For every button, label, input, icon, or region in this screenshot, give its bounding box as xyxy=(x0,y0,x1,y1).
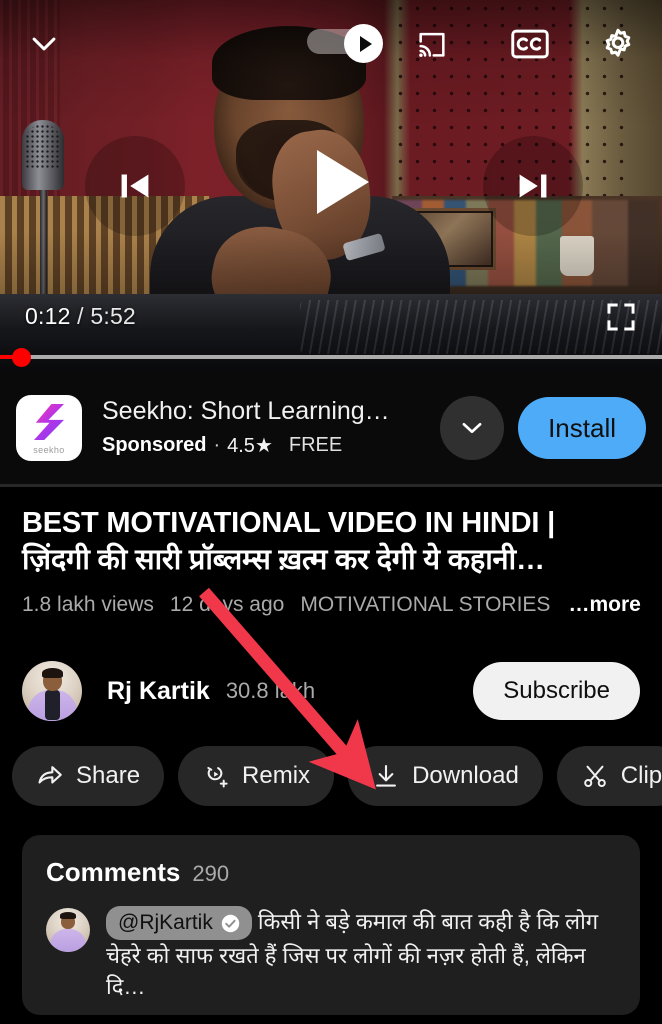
download-button[interactable]: Download xyxy=(348,746,543,806)
video-title-line-1: BEST MOTIVATIONAL VIDEO IN HINDI | xyxy=(22,507,555,539)
comments-title: Comments xyxy=(46,857,181,887)
remix-button[interactable]: Remix xyxy=(178,746,335,806)
comments-section[interactable]: Comments 290 @RjKartik किसी ने बड़े कमाल… xyxy=(22,835,640,1015)
ad-dot-separator: · xyxy=(213,433,221,456)
avatar-shirt xyxy=(45,690,60,720)
previous-video-button[interactable] xyxy=(85,136,185,236)
next-track-icon xyxy=(519,174,547,198)
ad-expand-button[interactable] xyxy=(440,396,505,460)
video-title-line-2: ज़िंदगी की सारी प्रॉब्लम्स ख़त्म कर देगी… xyxy=(22,544,545,577)
video-tag: MOTIVATIONAL STORIES xyxy=(300,593,551,617)
ad-app-icon-word: seekho xyxy=(33,445,65,455)
comment-avatar-suit xyxy=(50,929,86,952)
player-top-controls xyxy=(0,0,662,84)
action-chips-row: Share Remix Download Clip xyxy=(0,744,662,808)
gear-icon xyxy=(605,28,631,57)
ad-app-icon: seekho xyxy=(16,395,82,461)
star-icon: ★ xyxy=(254,434,273,457)
video-player[interactable]: 0:12 / 5:52 xyxy=(0,0,662,372)
clip-button[interactable]: Clip xyxy=(556,746,662,806)
play-icon xyxy=(317,150,369,214)
comments-header: Comments 290 xyxy=(46,857,616,888)
video-info[interactable]: BEST MOTIVATIONAL VIDEO IN HINDI | ज़िंद… xyxy=(0,487,662,617)
previous-track-icon xyxy=(121,174,149,198)
captions-button[interactable] xyxy=(504,22,556,66)
closed-captions-icon xyxy=(511,29,549,59)
video-progress-bar[interactable] xyxy=(0,348,662,367)
share-icon xyxy=(38,766,62,784)
ad-text-block: Seekho: Short Learning… Sponsored · 4.5★… xyxy=(102,398,440,458)
more-button[interactable]: …more xyxy=(568,593,640,617)
fullscreen-icon xyxy=(607,303,635,331)
verified-badge-icon xyxy=(221,914,240,932)
channel-row[interactable]: Rj Kartik 30.8 lakh Subscribe xyxy=(0,650,662,732)
channel-avatar[interactable] xyxy=(22,661,82,721)
video-title: BEST MOTIVATIONAL VIDEO IN HINDI | ज़िंद… xyxy=(22,505,640,579)
duration: 5:52 xyxy=(90,303,136,329)
comment-avatar-hair xyxy=(60,912,76,919)
download-icon xyxy=(376,765,396,787)
top-comment[interactable]: @RjKartik किसी ने बड़े कमाल की बात कही ह… xyxy=(46,906,616,1003)
remix-icon xyxy=(207,766,228,788)
youtube-watch-screen: 0:12 / 5:52 seekho Seekho: Short Learnin… xyxy=(0,0,662,1024)
remix-label: Remix xyxy=(242,762,311,789)
collapse-player-button[interactable] xyxy=(20,20,68,68)
play-button[interactable] xyxy=(286,132,386,232)
time-display: 0:12 / 5:52 xyxy=(25,303,136,330)
ad-rating: 4.5★ xyxy=(227,434,273,457)
fullscreen-button[interactable] xyxy=(604,300,640,336)
comment-handle-text: @RjKartik xyxy=(118,911,213,935)
current-time: 0:12 xyxy=(25,303,71,329)
ad-title: Seekho: Short Learning… xyxy=(102,398,390,426)
channel-name[interactable]: Rj Kartik xyxy=(107,677,210,706)
ad-sponsored-label: Sponsored xyxy=(102,433,207,456)
avatar-hair xyxy=(42,668,63,678)
download-label: Download xyxy=(412,762,519,789)
video-metadata: 1.8 lakh views 12 days ago MOTIVATIONAL … xyxy=(22,593,641,617)
share-button[interactable]: Share xyxy=(12,746,165,806)
settings-button[interactable] xyxy=(594,20,642,68)
next-video-button[interactable] xyxy=(483,136,583,236)
comment-author-handle[interactable]: @RjKartik xyxy=(106,906,252,941)
progress-scrubber-handle[interactable] xyxy=(12,348,31,367)
subscribe-button[interactable]: Subscribe xyxy=(473,662,640,720)
cast-icon xyxy=(419,32,445,57)
comment-body: @RjKartik किसी ने बड़े कमाल की बात कही ह… xyxy=(106,906,616,1003)
ad-subtitle: Sponsored · 4.5★ FREE xyxy=(102,433,440,458)
scissors-icon xyxy=(584,765,606,788)
chevron-down-icon xyxy=(462,422,482,434)
comment-avatar xyxy=(46,908,90,952)
seekho-logo-icon xyxy=(34,404,64,440)
sponsored-ad-banner[interactable]: seekho Seekho: Short Learning… Sponsored… xyxy=(0,372,662,484)
publish-date: 12 days ago xyxy=(169,593,285,617)
time-separator: / xyxy=(77,303,84,329)
install-button[interactable]: Install xyxy=(518,397,646,459)
view-count: 1.8 lakh views xyxy=(22,593,154,617)
subscriber-count: 30.8 lakh xyxy=(225,678,316,703)
ad-price: FREE xyxy=(288,433,343,456)
play-icon xyxy=(359,35,372,52)
chevron-down-icon xyxy=(32,37,56,51)
share-label: Share xyxy=(76,762,141,789)
autoplay-knob xyxy=(344,24,383,63)
clip-label: Clip xyxy=(620,762,662,789)
cast-button[interactable] xyxy=(406,22,458,66)
autoplay-toggle[interactable] xyxy=(307,24,383,63)
progress-buffer xyxy=(0,355,662,359)
comments-count: 290 xyxy=(192,861,230,886)
